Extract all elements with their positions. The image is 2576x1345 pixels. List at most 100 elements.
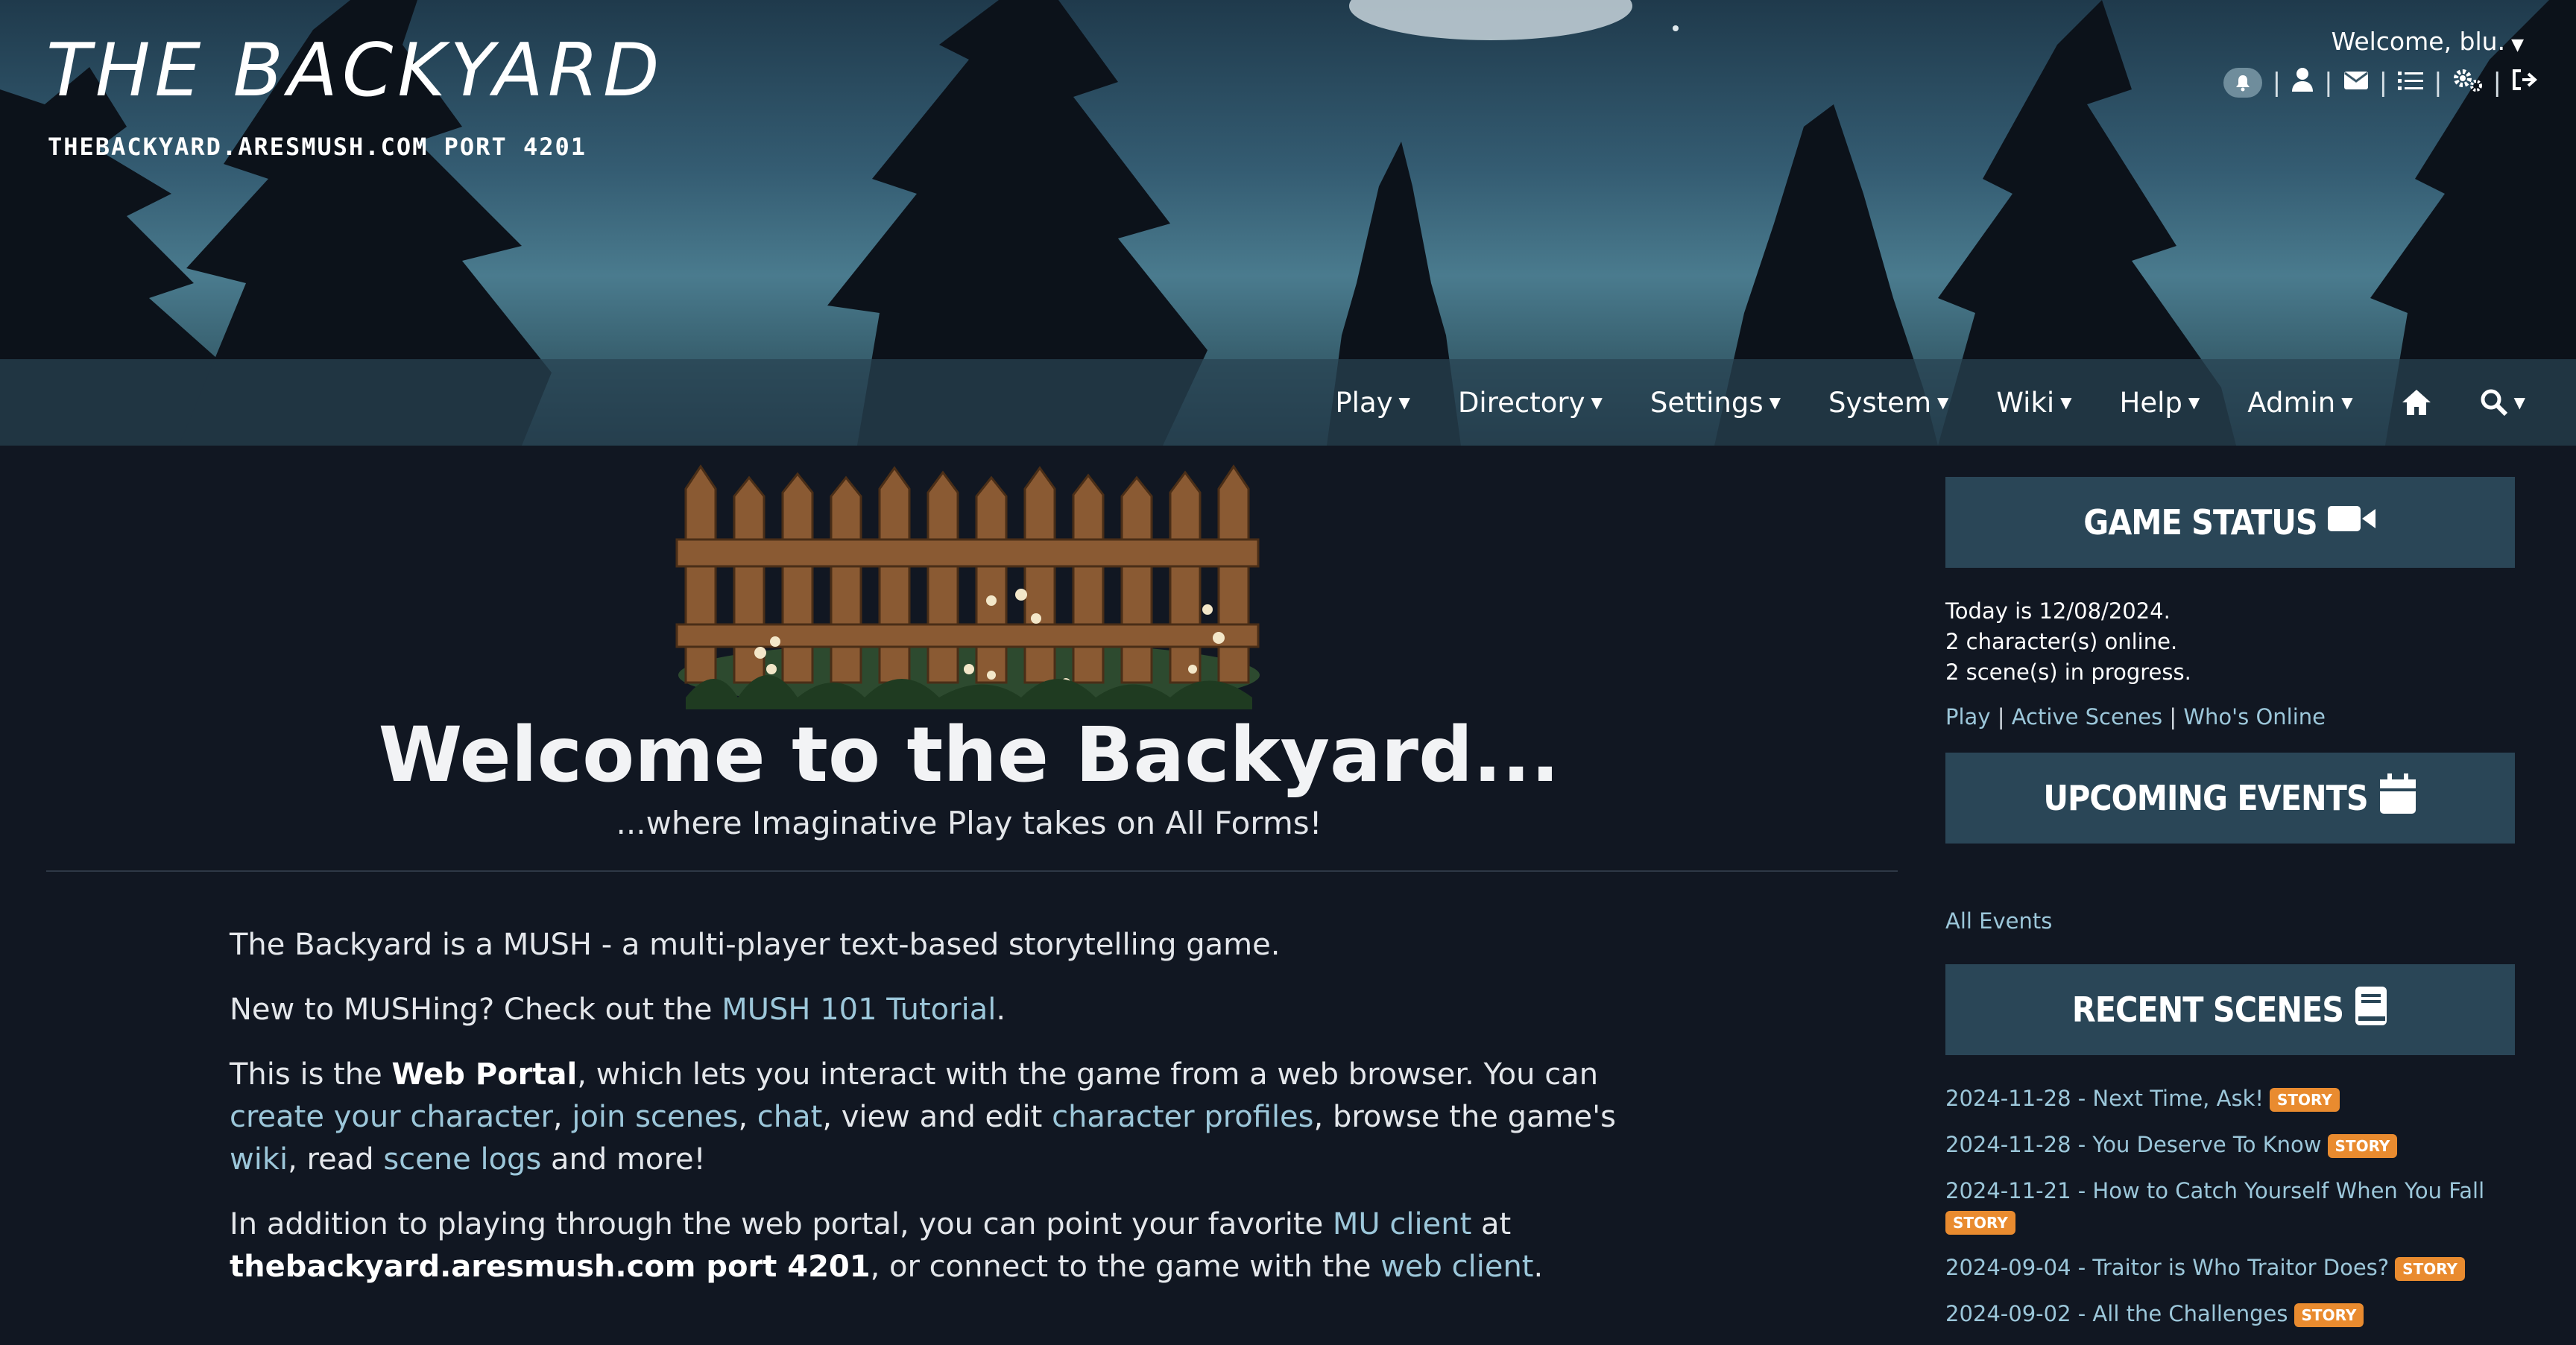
all-events-link[interactable]: All Events	[1945, 908, 2052, 934]
text: , which lets you interact with the game …	[577, 1057, 1599, 1092]
nav-label: Help	[2119, 386, 2182, 419]
text: .	[1533, 1250, 1544, 1284]
intro-text: The Backyard is a MUSH - a multi-player …	[230, 924, 1661, 1311]
link-separator: |	[2169, 704, 2177, 730]
nav-label: Directory	[1457, 386, 1585, 419]
create-character-link[interactable]: create your character	[230, 1100, 553, 1134]
recent-scene-item[interactable]: 2024-09-02 - All the Challenges STORY	[1945, 1299, 2515, 1329]
text: This is the	[230, 1057, 392, 1092]
story-badge: STORY	[2395, 1257, 2466, 1281]
server-address: thebackyard.aresmush.com port 4201	[230, 1250, 871, 1284]
nav-label: System	[1828, 386, 1931, 419]
upcoming-events-heading: UPCOMING EVENTS	[1945, 753, 2515, 844]
text: , read	[288, 1142, 384, 1177]
toolbar-separator: |	[2378, 68, 2388, 98]
user-toolbar: | | | | |	[2223, 66, 2539, 100]
nav-help[interactable]: Help ▼	[2120, 387, 2200, 419]
scene-link[interactable]: 2024-11-28 - You Deserve To Know	[1945, 1132, 2322, 1157]
text: , or connect to the game with the	[870, 1250, 1381, 1284]
scene-link[interactable]: 2024-11-28 - Next Time, Ask!	[1945, 1086, 2264, 1111]
nav-wiki[interactable]: Wiki ▼	[1996, 387, 2071, 419]
recent-scene-item[interactable]: 2024-11-21 - How to Catch Yourself When …	[1945, 1176, 2515, 1237]
text: , browse the game's	[1313, 1100, 1616, 1134]
story-badge: STORY	[2270, 1088, 2340, 1112]
nav-directory[interactable]: Directory ▼	[1458, 387, 1603, 419]
active-scenes-link[interactable]: Active Scenes	[2012, 704, 2162, 730]
caret-down-icon: ▼	[1937, 393, 1949, 411]
play-link[interactable]: Play	[1945, 704, 1990, 730]
toolbar-separator: |	[2272, 68, 2282, 98]
list-icon[interactable]	[2398, 68, 2424, 98]
caret-down-icon: ▼	[2341, 393, 2353, 411]
text: and more!	[541, 1142, 706, 1177]
search-icon[interactable]: ▼	[2480, 388, 2525, 417]
caret-down-icon: ▼	[2188, 393, 2200, 411]
join-scenes-link[interactable]: join scenes	[572, 1100, 738, 1134]
intro-paragraph: This is the Web Portal, which lets you i…	[230, 1054, 1661, 1181]
main-navbar: Play ▼ Directory ▼ Settings ▼ System ▼ Wiki ▼…	[0, 359, 2576, 446]
site-title[interactable]: THE BACKYARD	[46, 28, 663, 113]
web-client-link[interactable]: web client	[1380, 1250, 1533, 1284]
text: at	[1471, 1207, 1512, 1241]
nav-system[interactable]: System ▼	[1828, 387, 1948, 419]
user-icon[interactable]	[2291, 67, 2314, 99]
heading-label: GAME STATUS	[2083, 502, 2317, 542]
heading-label: UPCOMING EVENTS	[2043, 778, 2368, 818]
video-camera-icon	[2327, 502, 2377, 542]
text: .	[996, 993, 1006, 1027]
status-scenes: 2 scene(s) in progress.	[1945, 659, 2191, 685]
chat-link[interactable]: chat	[757, 1100, 823, 1134]
scene-link[interactable]: 2024-09-02 - All the Challenges	[1945, 1301, 2288, 1326]
character-profiles-link[interactable]: character profiles	[1052, 1100, 1313, 1134]
intro-paragraph: In addition to playing through the web p…	[230, 1203, 1661, 1288]
toolbar-separator: |	[2493, 68, 2501, 98]
recent-scene-item[interactable]: 2024-09-04 - Traitor is Who Traitor Does…	[1945, 1253, 2515, 1283]
caret-down-icon: ▼	[1769, 393, 1781, 411]
mu-client-link[interactable]: MU client	[1333, 1207, 1471, 1241]
hero-title: Welcome to the Backyard...	[378, 711, 1560, 800]
hero-subtitle: ...where Imaginative Play takes on All F…	[616, 805, 1322, 841]
envelope-icon[interactable]	[2343, 68, 2369, 98]
main-content: Welcome to the Backyard... ...where Imag…	[0, 446, 1923, 1343]
scene-link[interactable]: 2024-11-21 - How to Catch Yourself When …	[1945, 1178, 2484, 1203]
bell-icon[interactable]	[2223, 68, 2262, 98]
wiki-link[interactable]: wiki	[230, 1142, 288, 1177]
sign-out-icon[interactable]	[2512, 68, 2539, 98]
story-badge: STORY	[2294, 1303, 2364, 1327]
nav-label: Settings	[1650, 386, 1764, 419]
link-separator: |	[1997, 704, 2005, 730]
caret-down-icon: ▼	[1398, 393, 1410, 411]
recent-scene-item[interactable]: 2024-11-28 - Next Time, Ask! STORY	[1945, 1083, 2515, 1114]
nav-admin[interactable]: Admin ▼	[2247, 387, 2352, 419]
welcome-label: Welcome, blu.	[2331, 27, 2506, 56]
nav-settings[interactable]: Settings ▼	[1650, 387, 1781, 419]
caret-down-icon: ▼	[1591, 393, 1603, 411]
header-banner: THE BACKYARD THEBACKYARD.ARESMUSH.COM PO…	[0, 0, 2576, 446]
site-subtitle: THEBACKYARD.ARESMUSH.COM PORT 4201	[48, 133, 587, 161]
status-today: Today is 12/08/2024.	[1945, 598, 2171, 624]
nav-label: Admin	[2247, 386, 2336, 419]
text: ,	[738, 1100, 757, 1134]
toolbar-separator: |	[2434, 68, 2443, 98]
divider	[46, 870, 1898, 872]
scene-link[interactable]: 2024-09-04 - Traitor is Who Traitor Does…	[1945, 1255, 2389, 1280]
calendar-icon	[2378, 773, 2417, 823]
book-icon	[2354, 985, 2388, 1035]
mush-101-link[interactable]: MUSH 101 Tutorial	[722, 993, 996, 1027]
welcome-user-menu[interactable]: Welcome, blu. ▼	[2332, 27, 2524, 56]
nav-label: Play	[1335, 386, 1393, 419]
intro-paragraph: New to MUSHing? Check out the MUSH 101 T…	[230, 989, 1661, 1031]
story-badge: STORY	[2327, 1134, 2398, 1158]
fence-image	[675, 464, 1260, 709]
text: ,	[552, 1100, 572, 1134]
recent-scene-item[interactable]: 2024-11-28 - You Deserve To Know STORY	[1945, 1130, 2515, 1160]
whos-online-link[interactable]: Who's Online	[2183, 704, 2326, 730]
nav-label: Wiki	[1996, 386, 2055, 419]
intro-paragraph: The Backyard is a MUSH - a multi-player …	[230, 924, 1661, 966]
cogs-icon[interactable]	[2453, 68, 2483, 98]
home-icon[interactable]	[2401, 388, 2432, 417]
nav-play[interactable]: Play ▼	[1335, 387, 1410, 419]
toolbar-separator: |	[2324, 68, 2333, 98]
text: , view and edit	[822, 1100, 1052, 1134]
scene-logs-link[interactable]: scene logs	[383, 1142, 541, 1177]
